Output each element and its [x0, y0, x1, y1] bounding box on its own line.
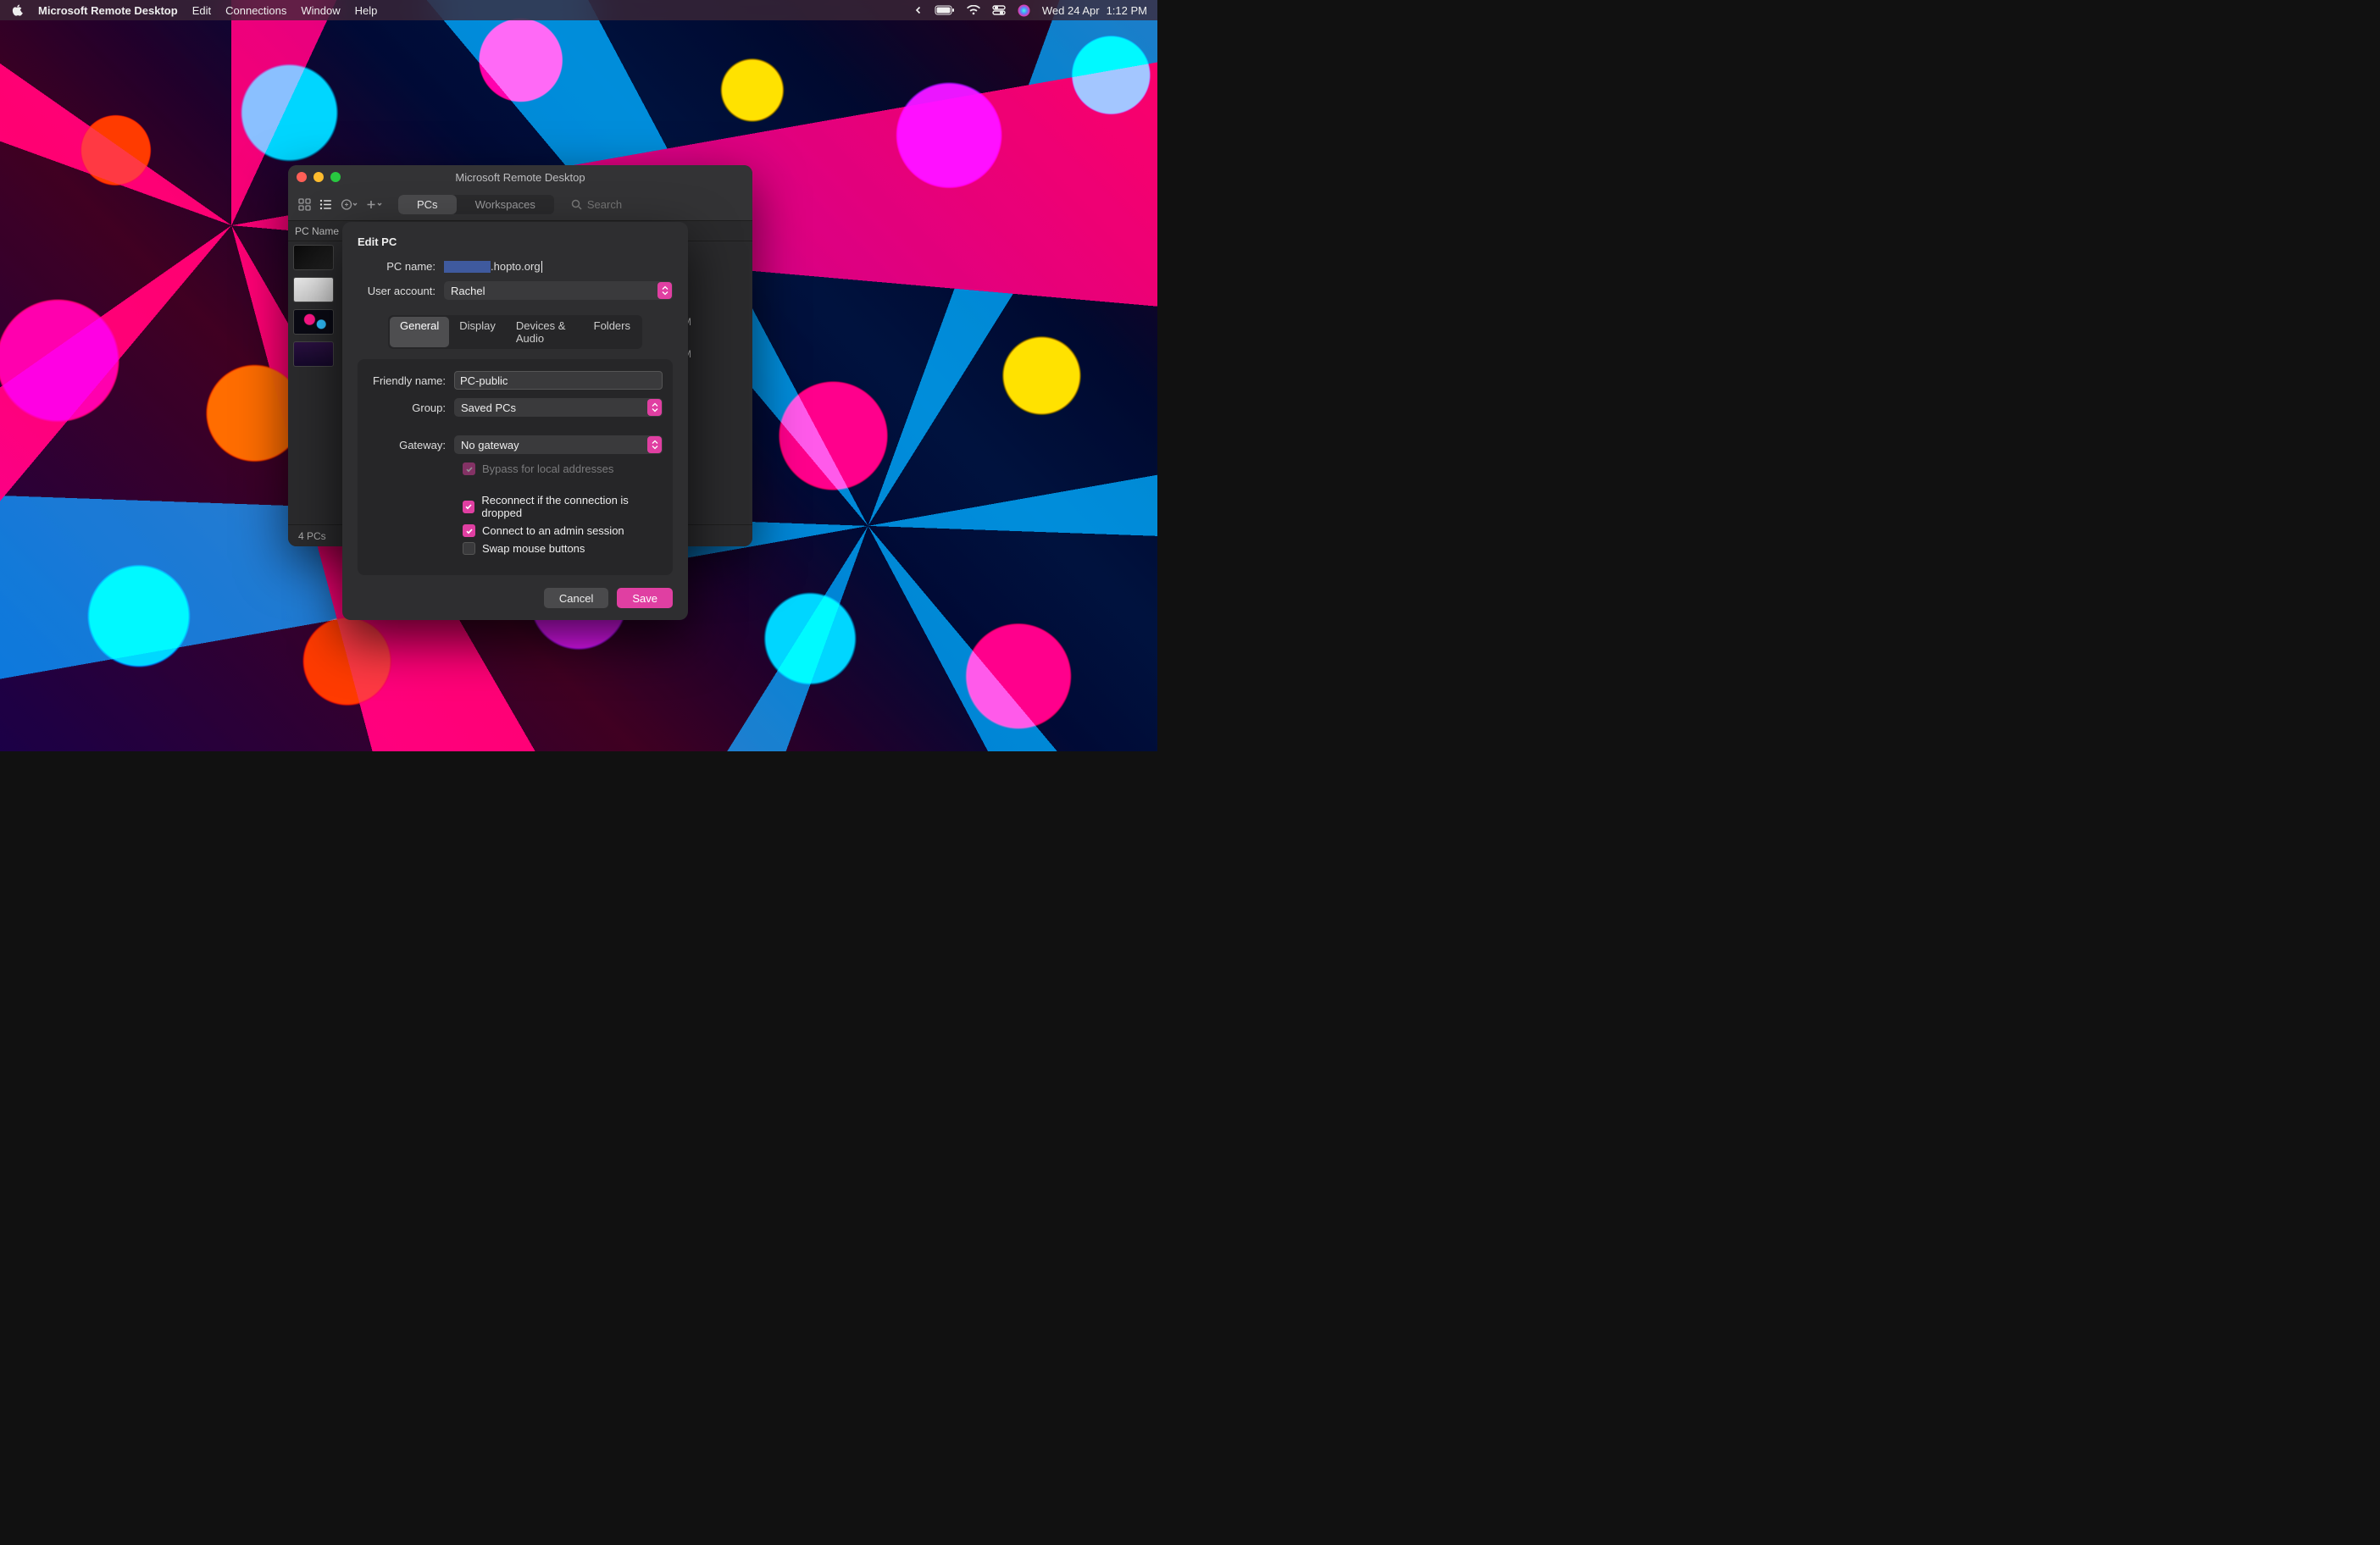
menu-edit[interactable]: Edit	[192, 4, 211, 17]
pc-thumbnail	[293, 341, 334, 367]
admin-checkbox-row[interactable]: Connect to an admin session	[368, 524, 663, 537]
bypass-checkbox	[463, 462, 475, 475]
close-window-button[interactable]	[297, 172, 307, 182]
toolbar: PCs Workspaces	[288, 189, 752, 221]
reconnect-checkbox-row[interactable]: Reconnect if the connection is dropped	[368, 494, 663, 519]
user-account-value: Rachel	[451, 285, 485, 297]
menubar-date[interactable]: Wed 24 Apr	[1042, 4, 1100, 17]
label-friendly-name: Friendly name:	[368, 374, 454, 387]
tab-folders[interactable]: Folders	[584, 317, 641, 347]
control-center-icon[interactable]	[992, 5, 1006, 15]
admin-label: Connect to an admin session	[482, 524, 624, 537]
bypass-label: Bypass for local addresses	[482, 462, 613, 475]
edit-pc-sheet: Edit PC PC name: .hopto.org User account…	[342, 222, 688, 620]
save-button[interactable]: Save	[617, 588, 673, 608]
chevron-updown-icon	[647, 399, 662, 416]
pc-thumbnail	[293, 277, 334, 302]
titlebar: Microsoft Remote Desktop	[288, 165, 752, 189]
menubar-app-name[interactable]: Microsoft Remote Desktop	[38, 4, 178, 17]
menu-help[interactable]: Help	[355, 4, 378, 17]
pc-count: 4 PCs	[298, 530, 326, 542]
chevron-updown-icon	[657, 282, 672, 299]
cancel-button[interactable]: Cancel	[544, 588, 608, 608]
pc-name-value: .hopto.org	[491, 260, 541, 273]
menu-window[interactable]: Window	[301, 4, 340, 17]
tab-general[interactable]: General	[390, 317, 449, 347]
siri-icon[interactable]	[1018, 4, 1030, 17]
view-segmented-control: PCs Workspaces	[398, 195, 554, 214]
group-value: Saved PCs	[461, 401, 516, 414]
swap-checkbox-row[interactable]: Swap mouse buttons	[368, 542, 663, 555]
apple-menu-icon[interactable]	[12, 4, 24, 16]
chevron-updown-icon	[647, 436, 662, 453]
admin-checkbox[interactable]	[463, 524, 475, 537]
battery-icon[interactable]	[935, 5, 955, 15]
search-input[interactable]	[587, 198, 646, 211]
reconnect-checkbox[interactable]	[463, 501, 474, 513]
tab-pcs[interactable]: PCs	[398, 195, 457, 214]
menubar-time[interactable]: 1:12 PM	[1107, 4, 1147, 17]
grid-view-icon[interactable]	[298, 198, 311, 211]
group-select[interactable]: Saved PCs	[454, 398, 663, 417]
minimize-window-button[interactable]	[313, 172, 324, 182]
reconnect-label: Reconnect if the connection is dropped	[481, 494, 663, 519]
button-row: Cancel Save	[358, 578, 673, 608]
menu-connections[interactable]: Connections	[225, 4, 286, 17]
wifi-icon[interactable]	[967, 5, 980, 15]
label-user-account: User account:	[358, 285, 444, 297]
menubar: Microsoft Remote Desktop Edit Connection…	[0, 0, 1157, 20]
zoom-window-button[interactable]	[330, 172, 341, 182]
list-view-icon[interactable]	[319, 198, 332, 211]
tab-devices-audio[interactable]: Devices & Audio	[506, 317, 584, 347]
search-icon	[571, 199, 582, 210]
tab-display[interactable]: Display	[449, 317, 506, 347]
gateway-value: No gateway	[461, 439, 519, 451]
column-pc-name[interactable]: PC Name	[288, 225, 347, 237]
window-title: Microsoft Remote Desktop	[455, 171, 585, 184]
pc-thumbnail	[293, 245, 334, 270]
bypass-checkbox-row: Bypass for local addresses	[368, 462, 663, 475]
add-button-icon[interactable]	[366, 198, 383, 211]
user-account-select[interactable]: Rachel	[444, 281, 673, 300]
swap-label: Swap mouse buttons	[482, 542, 585, 555]
general-pane: Friendly name: Group: Saved PCs Gateway:	[358, 359, 673, 575]
sheet-tabs: General Display Devices & Audio Folders	[388, 315, 642, 349]
label-group: Group:	[368, 401, 454, 414]
filter-dropdown-icon[interactable]	[341, 198, 358, 211]
label-pc-name: PC name:	[358, 260, 444, 273]
tab-workspaces[interactable]: Workspaces	[457, 195, 554, 214]
chevron-left-icon[interactable]	[914, 6, 923, 14]
pc-thumbnail	[293, 309, 334, 335]
swap-checkbox[interactable]	[463, 542, 475, 555]
gateway-select[interactable]: No gateway	[454, 435, 663, 454]
sheet-title: Edit PC	[358, 235, 673, 248]
friendly-name-input[interactable]	[454, 371, 663, 390]
pc-name-input[interactable]: .hopto.org	[444, 260, 673, 273]
search-field[interactable]	[571, 198, 646, 211]
label-gateway: Gateway:	[368, 439, 454, 451]
